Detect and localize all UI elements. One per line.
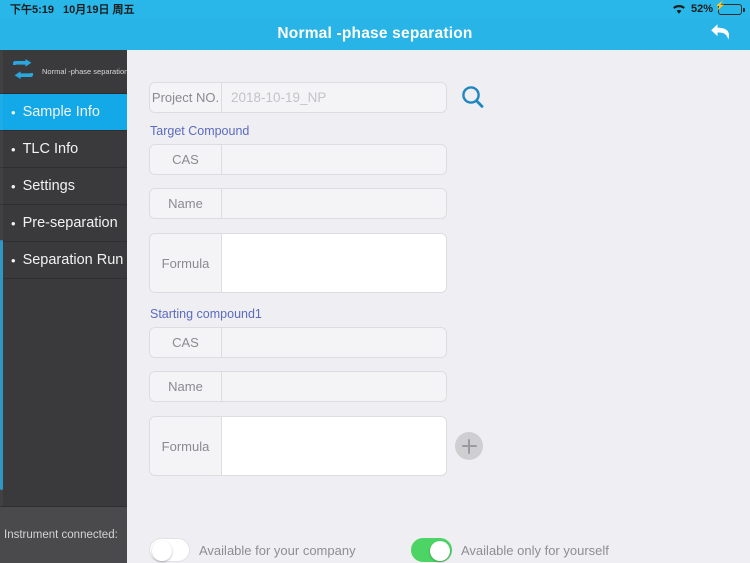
company-availability-group: Available for your company: [149, 538, 356, 562]
toggle-available-for-self[interactable]: [411, 538, 452, 562]
sidebar-item-label: TLC Info: [22, 141, 79, 157]
status-bar: 下午5:19 10月19日 周五 52% ⚡: [0, 0, 750, 18]
target-formula-input[interactable]: [222, 234, 446, 292]
sidebar-scrollbar-thumb[interactable]: [0, 240, 3, 490]
target-cas-label: CAS: [150, 145, 222, 174]
battery-charging-icon: ⚡: [715, 1, 745, 15]
starting-formula-field[interactable]: Formula: [149, 416, 447, 476]
bullet-icon: •: [11, 104, 16, 120]
battery-percent: 52%: [690, 3, 713, 15]
sidebar-scrollbar[interactable]: [0, 50, 3, 563]
app-window: 下午5:19 10月19日 周五 52% ⚡ Normal -phase sep…: [0, 0, 750, 563]
status-time: 下午5:19: [10, 4, 55, 16]
title-bar: Normal -phase separation: [0, 18, 750, 50]
target-formula-label: Formula: [150, 234, 222, 292]
target-compound-section-label: Target Compound: [150, 124, 250, 138]
main-content: Project NO. 2018-10-19_NP Target Compoun…: [127, 50, 750, 563]
starting-formula-label: Formula: [150, 417, 222, 475]
sidebar-item-tlc-info[interactable]: • TLC Info: [0, 131, 127, 168]
toggle-knob: [429, 540, 450, 561]
sidebar: Normal -phase separation • Sample Info •…: [0, 50, 129, 563]
status-bar-right: 52% ⚡: [672, 1, 745, 15]
target-cas-input[interactable]: [222, 145, 446, 174]
sidebar-item-label: Separation Run: [22, 252, 124, 268]
toggle-available-for-company-label: Available for your company: [199, 542, 356, 558]
instrument-status: Instrument connected:: [0, 506, 127, 563]
toggle-available-for-self-label: Available only for yourself: [461, 542, 609, 558]
sidebar-logo-row: Normal -phase separation: [0, 50, 129, 94]
bullet-icon: •: [11, 141, 16, 157]
starting-compound-section-label: Starting compound1: [150, 307, 262, 321]
status-date: 10月19日 周五: [63, 4, 135, 16]
back-button[interactable]: [700, 18, 742, 50]
sidebar-item-label: Pre-separation: [22, 215, 118, 231]
project-no-input[interactable]: 2018-10-19_NP: [222, 83, 446, 112]
page-title: Normal -phase separation: [277, 25, 473, 42]
starting-name-field[interactable]: Name: [149, 371, 447, 402]
starting-cas-field[interactable]: CAS: [149, 327, 447, 358]
starting-cas-label: CAS: [150, 328, 222, 357]
target-name-input[interactable]: [222, 189, 446, 218]
starting-formula-input[interactable]: [222, 417, 446, 475]
back-arrow-icon: [708, 20, 734, 49]
target-name-field[interactable]: Name: [149, 188, 447, 219]
target-name-label: Name: [150, 189, 222, 218]
sidebar-item-settings[interactable]: • Settings: [0, 168, 127, 205]
sidebar-item-separation-run[interactable]: • Separation Run: [0, 242, 127, 279]
availability-toggle-row: Available for your company Available onl…: [127, 534, 750, 563]
target-formula-field[interactable]: Formula: [149, 233, 447, 293]
starting-cas-input[interactable]: [222, 328, 446, 357]
sidebar-item-sample-info[interactable]: • Sample Info: [0, 94, 127, 131]
wifi-icon: [672, 4, 686, 15]
loop-repeat-icon: [10, 59, 36, 84]
bullet-icon: •: [11, 215, 16, 231]
bullet-icon: •: [11, 252, 16, 268]
status-bar-left: 下午5:19 10月19日 周五: [10, 1, 135, 17]
sample-info-form: Project NO. 2018-10-19_NP Target Compoun…: [127, 50, 750, 517]
sidebar-item-label: Settings: [22, 178, 75, 194]
sidebar-logo-label: Normal -phase separation: [42, 67, 129, 76]
project-no-label: Project NO.: [150, 83, 222, 112]
starting-name-input[interactable]: [222, 372, 446, 401]
bullet-icon: •: [11, 178, 16, 194]
self-availability-group: Available only for yourself: [411, 538, 609, 562]
project-no-field[interactable]: Project NO. 2018-10-19_NP: [149, 82, 447, 113]
toggle-knob: [151, 540, 172, 561]
instrument-status-label: Instrument connected:: [4, 529, 118, 541]
search-icon[interactable]: [459, 84, 487, 117]
starting-name-label: Name: [150, 372, 222, 401]
add-compound-button[interactable]: [455, 432, 483, 460]
sidebar-item-pre-separation[interactable]: • Pre-separation: [0, 205, 127, 242]
target-cas-field[interactable]: CAS: [149, 144, 447, 175]
toggle-available-for-company[interactable]: [149, 538, 190, 562]
sidebar-item-label: Sample Info: [22, 104, 100, 120]
